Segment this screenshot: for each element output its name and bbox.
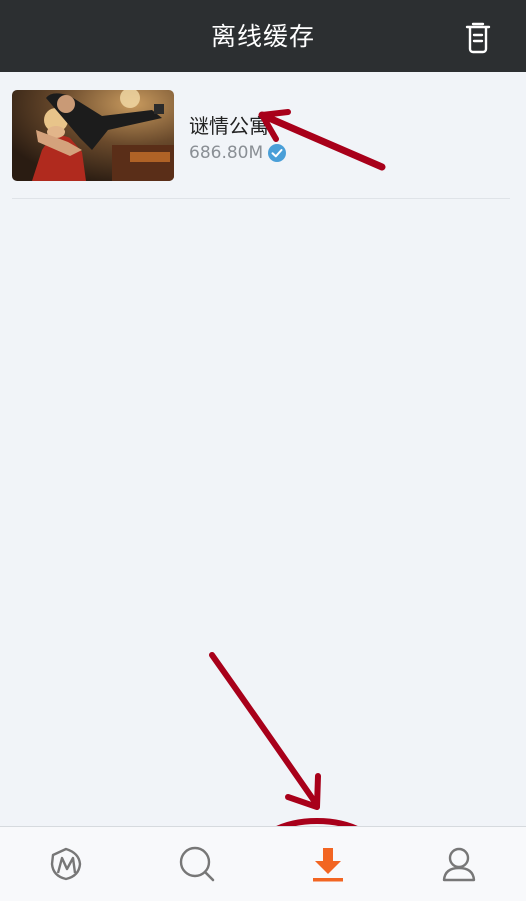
search-icon bbox=[179, 846, 215, 882]
bottom-tab-bar bbox=[0, 826, 526, 901]
profile-icon bbox=[442, 847, 476, 882]
trash-button[interactable] bbox=[462, 20, 494, 54]
tab-search[interactable] bbox=[131, 827, 262, 901]
trash-icon bbox=[465, 22, 491, 54]
video-title: 谜情公寓 bbox=[189, 114, 269, 138]
tab-home[interactable] bbox=[0, 827, 131, 901]
list-item[interactable]: 谜情公寓 686.80M bbox=[12, 90, 510, 199]
video-logo-icon bbox=[50, 847, 82, 881]
check-circle-icon bbox=[268, 144, 287, 162]
app-header: 离线缓存 bbox=[0, 0, 526, 72]
download-list: 谜情公寓 686.80M bbox=[0, 72, 526, 826]
download-icon bbox=[313, 848, 343, 882]
tab-download[interactable] bbox=[262, 827, 393, 901]
tab-profile[interactable] bbox=[393, 827, 524, 901]
file-size: 686.80M bbox=[189, 143, 264, 163]
page-title: 离线缓存 bbox=[210, 22, 315, 51]
video-thumbnail bbox=[12, 90, 174, 181]
video-meta: 686.80M bbox=[189, 142, 287, 164]
